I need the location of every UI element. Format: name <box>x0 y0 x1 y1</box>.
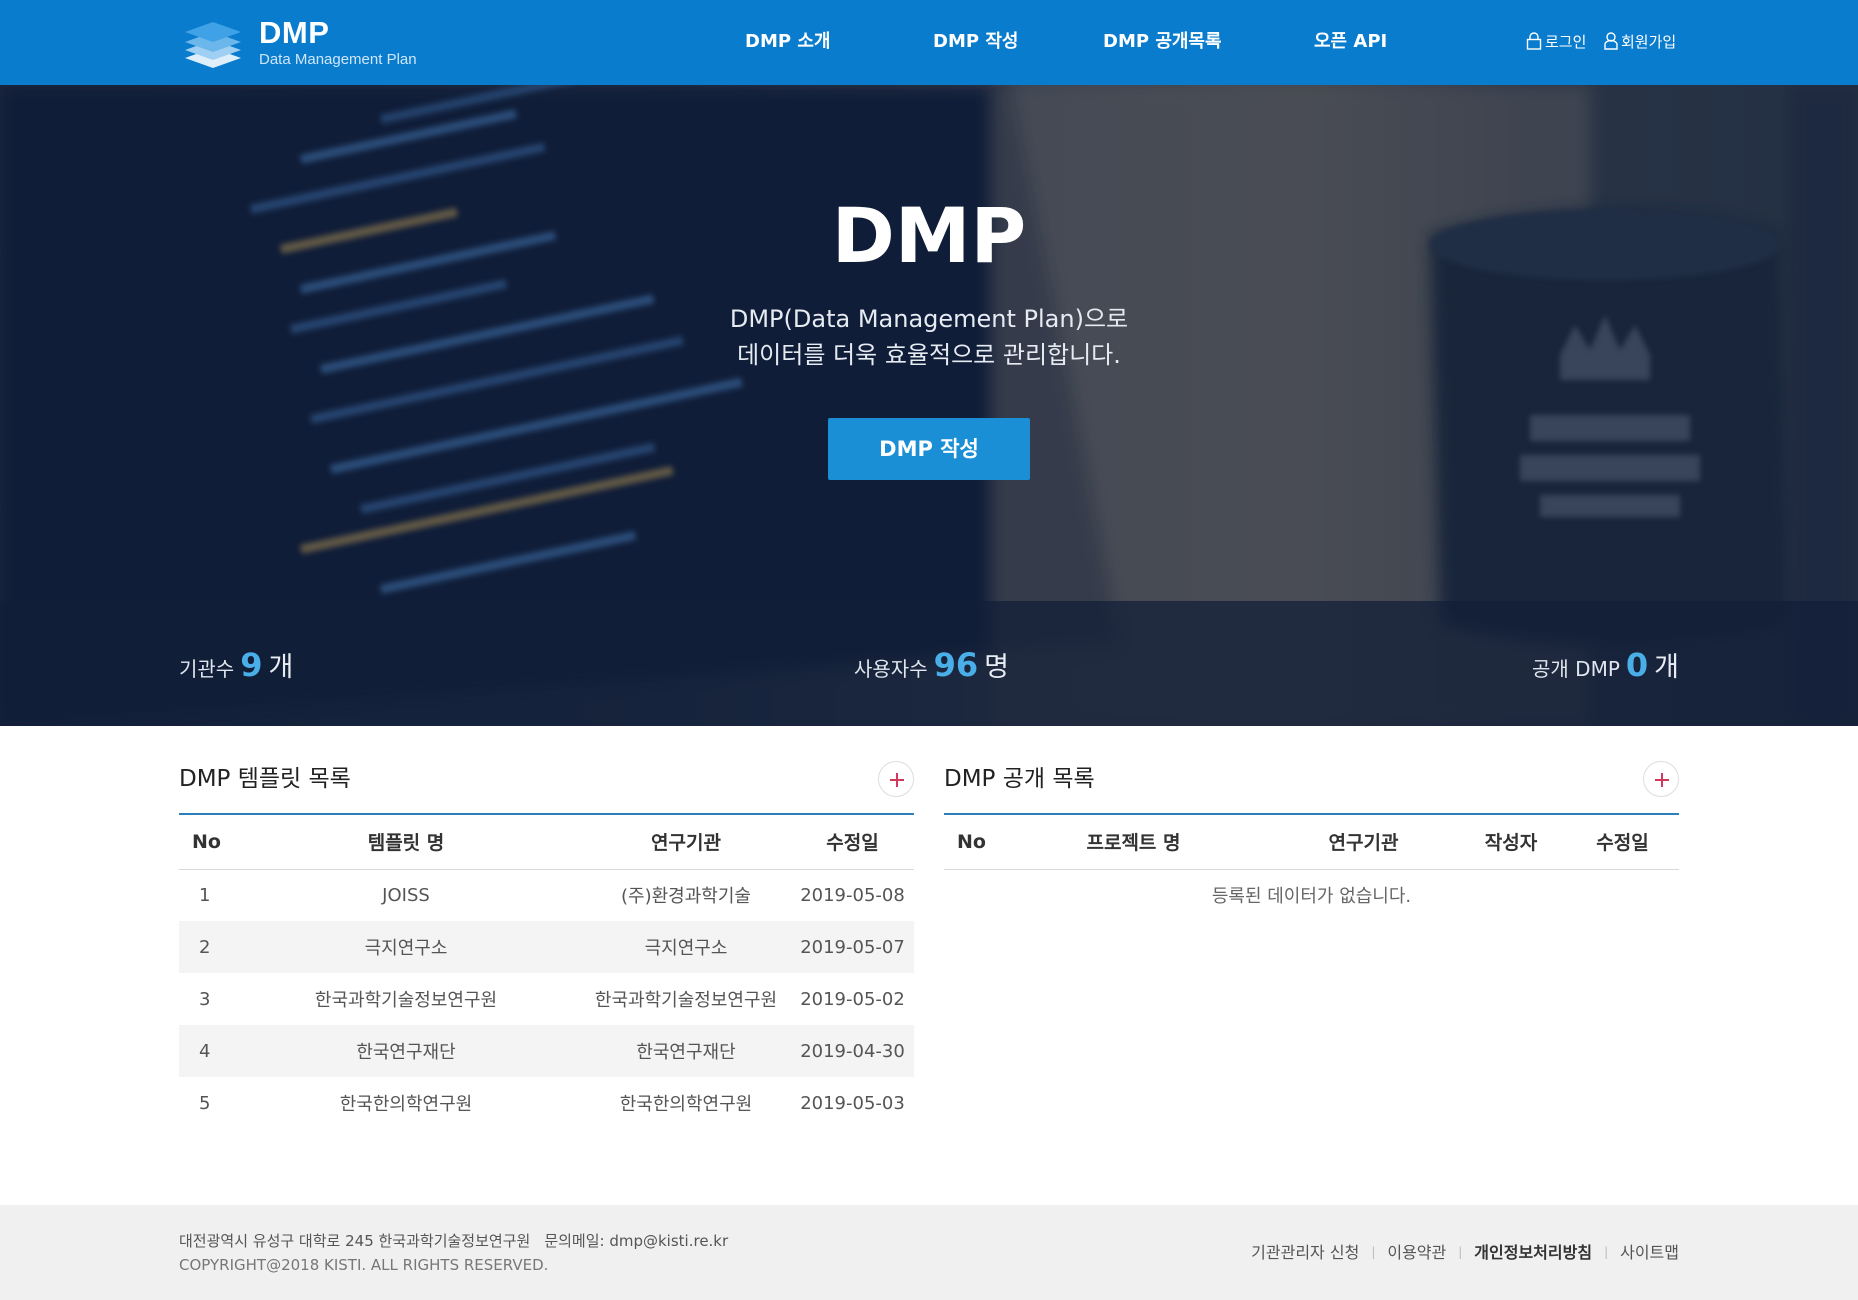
template-more-button[interactable] <box>878 761 914 797</box>
stat-public-dmp: 공개 DMP 0 개 <box>1532 645 1679 689</box>
footer-link-admin-request[interactable]: 기관관리자 신청 <box>1251 1243 1359 1262</box>
lock-icon <box>1526 32 1542 50</box>
col-template-name: 템플릿 명 <box>231 815 581 870</box>
cell-modified-date: 2019-05-02 <box>800 988 905 1010</box>
table-row[interactable]: 4 한국연구재단 한국연구재단 2019-04-30 <box>179 1025 914 1077</box>
public-table: No 프로젝트 명 연구기관 작성자 수정일 등록된 데이터가 없습니다. <box>944 815 1679 921</box>
stat-value: 9 <box>240 646 263 684</box>
footer-link-sitemap[interactable]: 사이트맵 <box>1620 1243 1679 1262</box>
link-separator: | <box>1371 1245 1376 1259</box>
cell-template-name: 한국연구재단 <box>231 1025 581 1077</box>
cell-no: 5 <box>199 1092 211 1114</box>
cell-no: 4 <box>179 1025 231 1077</box>
footer-link-terms[interactable]: 이용약관 <box>1387 1243 1446 1262</box>
col-institution: 연구기관 <box>581 815 791 870</box>
link-separator: | <box>1458 1245 1463 1259</box>
address-text: 대전광역시 유성구 대학로 245 한국과학기술정보연구원 <box>179 1232 531 1250</box>
template-panel-title: DMP 템플릿 목록 <box>179 766 351 792</box>
cell-institution: 극지연구소 <box>581 921 791 973</box>
user-icon <box>1604 32 1618 50</box>
logo-subtitle: Data Management Plan <box>259 51 417 68</box>
stat-unit: 명 <box>984 652 1009 683</box>
hero-subtitle-line2: 데이터를 더욱 효율적으로 관리합니다. <box>737 341 1121 369</box>
cell-institution: (주)환경과학기술 <box>621 886 751 908</box>
hero-banner: DMP DMP(Data Management Plan)으로 데이터를 더욱 … <box>0 85 1858 726</box>
stat-label: 기관수 <box>179 657 235 681</box>
signup-link[interactable]: 회원가입 <box>1604 31 1676 53</box>
cell-template-name: JOISS <box>382 884 430 906</box>
signup-label: 회원가입 <box>1621 33 1677 51</box>
stat-label: 사용자수 <box>854 657 928 681</box>
col-author: 작성자 <box>1456 815 1566 870</box>
stat-unit: 개 <box>1654 652 1679 683</box>
cell-template-name: 한국한의학연구원 <box>339 1094 473 1115</box>
cell-no: 3 <box>199 988 211 1010</box>
table-row[interactable]: 2 극지연구소 극지연구소 2019-05-07 <box>179 921 914 973</box>
stat-users: 사용자수 96 명 <box>854 645 1009 689</box>
cell-modified-date: 2019-05-08 <box>800 884 905 906</box>
table-header-row: No 템플릿 명 연구기관 수정일 <box>179 815 914 870</box>
cell-modified-date: 2019-05-03 <box>800 1092 905 1114</box>
col-modified-date: 수정일 <box>1566 815 1679 870</box>
hero-title: DMP <box>831 191 1027 280</box>
stat-value: 0 <box>1625 646 1649 684</box>
empty-message: 등록된 데이터가 없습니다. <box>1211 886 1412 908</box>
public-panel-title: DMP 공개 목록 <box>944 766 1095 792</box>
nav-dmp-write[interactable]: DMP 작성 <box>933 30 1018 54</box>
nav-dmp-public-list[interactable]: DMP 공개목록 <box>1103 30 1222 54</box>
col-no: No <box>944 815 996 870</box>
site-footer: 대전광역시 유성구 대학로 245 한국과학기술정보연구원 문의메일: dmp@k… <box>0 1205 1858 1300</box>
footer-links: 기관관리자 신청 | 이용약관 | 개인정보처리방침 | 사이트맵 <box>1251 1242 1679 1263</box>
logo-title: DMP <box>259 15 330 50</box>
template-table-body: 1 JOISS (주)환경과학기술 2019-05-08 2 극지연구소 극지연구소 2019… <box>179 869 914 1129</box>
footer-link-privacy[interactable]: 개인정보처리방침 <box>1474 1243 1592 1262</box>
cell-institution: 한국한의학연구원 <box>619 1094 753 1115</box>
cell-institution: 한국과학기술정보연구원 <box>594 990 778 1011</box>
top-header: DMP Data Management Plan DMP 소개 DMP 작성 D… <box>0 0 1858 85</box>
col-project-name: 프로젝트 명 <box>996 815 1271 870</box>
footer-address: 대전광역시 유성구 대학로 245 한국과학기술정보연구원 문의메일: dmp@k… <box>179 1231 742 1251</box>
stats-bar: 기관수 9 개 사용자수 96 명 공개 DMP 0 개 <box>0 601 1858 726</box>
cell-no: 1 <box>199 884 211 906</box>
stat-value: 96 <box>933 646 979 684</box>
login-link[interactable]: 로그인 <box>1526 31 1586 53</box>
copyright: COPYRIGHT@2018 KISTI. ALL RIGHTS RESERVE… <box>179 1256 549 1274</box>
contact-email: 문의메일: dmp@kisti.re.kr <box>544 1232 729 1250</box>
cell-template-name: 한국과학기술정보연구원 <box>314 990 498 1011</box>
cell-institution: 한국연구재단 <box>581 1025 791 1077</box>
hero-subtitle-line1: DMP(Data Management Plan)으로 <box>729 305 1129 333</box>
dmp-write-button[interactable]: DMP 작성 <box>828 418 1030 480</box>
link-separator: | <box>1604 1245 1609 1259</box>
table-row[interactable]: 1 JOISS (주)환경과학기술 2019-05-08 <box>179 869 914 921</box>
col-institution: 연구기관 <box>1271 815 1456 870</box>
empty-row: 등록된 데이터가 없습니다. <box>944 869 1679 921</box>
col-no: No <box>179 815 231 870</box>
stat-institutions: 기관수 9 개 <box>179 645 293 689</box>
table-row[interactable]: 3 한국과학기술정보연구원 한국과학기술정보연구원 2019-05-02 <box>179 973 914 1025</box>
layers-logo-icon <box>185 22 241 68</box>
cell-template-name: 극지연구소 <box>231 921 581 973</box>
stat-label: 공개 DMP <box>1532 657 1620 681</box>
nav-dmp-intro[interactable]: DMP 소개 <box>745 30 830 54</box>
nav-open-api[interactable]: 오픈 API <box>1314 30 1387 54</box>
login-label: 로그인 <box>1545 33 1587 51</box>
cell-no: 2 <box>179 921 231 973</box>
hero-subtitle: DMP(Data Management Plan)으로 데이터를 더욱 효율적으… <box>0 301 1858 373</box>
template-table: No 템플릿 명 연구기관 수정일 1 JOISS (주)환경과학기술 2019-05… <box>179 815 914 1129</box>
cell-modified-date: 2019-05-07 <box>791 921 914 973</box>
cell-modified-date: 2019-04-30 <box>791 1025 914 1077</box>
stat-unit: 개 <box>268 652 294 683</box>
table-header-row: No 프로젝트 명 연구기관 작성자 수정일 <box>944 815 1679 870</box>
public-more-button[interactable] <box>1643 761 1679 797</box>
col-modified-date: 수정일 <box>791 815 914 870</box>
table-row[interactable]: 5 한국한의학연구원 한국한의학연구원 2019-05-03 <box>179 1077 914 1129</box>
